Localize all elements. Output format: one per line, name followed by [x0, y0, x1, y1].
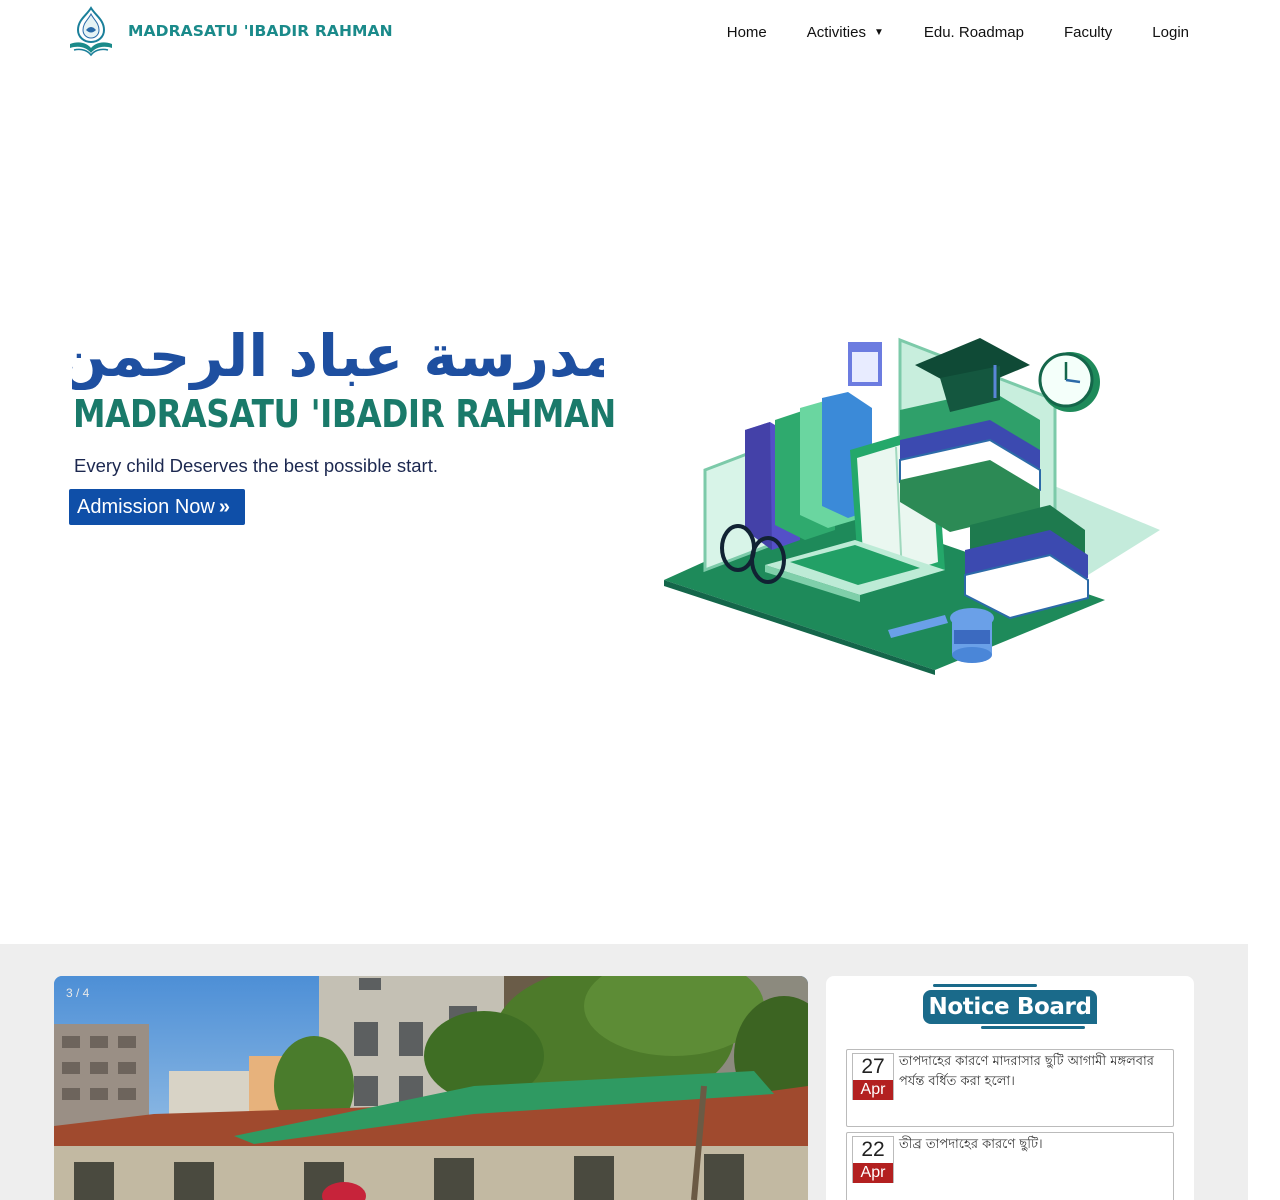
brand-name: MADRASATU 'IBADIR RAHMAN [128, 22, 393, 40]
admission-now-button[interactable]: Admission Now » [69, 489, 245, 525]
notice-date: 27 Apr [852, 1053, 894, 1100]
notice-item[interactable]: 27 Apr তাপদাহের কারণে মাদরাসার ছুটি আগাম… [846, 1049, 1174, 1127]
double-chevron-right-icon: » [218, 495, 230, 518]
notice-date: 22 Apr [852, 1136, 894, 1183]
nav-faculty[interactable]: Faculty [1064, 24, 1112, 41]
main-nav: Home Activities ▼ Edu. Roadmap Faculty Lo… [687, 24, 1189, 41]
notice-day: 22 [861, 1138, 885, 1161]
image-slider[interactable]: 3 / 4 [54, 976, 808, 1200]
nav-activities[interactable]: Activities ▼ [807, 24, 884, 41]
notice-board: Notice Board 27 Apr তাপদাহের কারণে মাদরা… [826, 976, 1194, 1200]
education-books-laptop-illustration [664, 337, 1160, 675]
notice-day: 27 [861, 1055, 885, 1078]
nav-activities-label: Activities [806, 24, 866, 41]
slide-counter: 3 / 4 [66, 986, 90, 1000]
hero-title: MADRASATU 'IBADIR RAHMAN [73, 392, 616, 436]
arabic-calligraphy-text: مدرسة عباد الرحمن [72, 322, 604, 390]
nav-home[interactable]: Home [727, 24, 767, 41]
notice-month: Apr [853, 1163, 893, 1183]
arabic-calligraphy-logo: مدرسة عباد الرحمن [72, 322, 604, 390]
chevron-down-icon: ▼ [873, 27, 884, 38]
notice-text: তীব্র তাপদাহের কারণে ছুটি। [899, 1137, 1043, 1152]
nav-login[interactable]: Login [1152, 24, 1189, 41]
notice-item[interactable]: 22 Apr তীব্র তাপদাহের কারণে ছুটি। [846, 1132, 1174, 1200]
logo-link[interactable]: MADRASATU 'IBADIR RAHMAN [64, 4, 393, 58]
notice-text: তাপদাহের কারণে মাদরাসার ছুটি আগামী মঙ্গল… [899, 1054, 1154, 1089]
nav-home-label: Home [726, 24, 767, 41]
notice-month: Apr [853, 1080, 893, 1100]
nav-edu-roadmap-label: Edu. Roadmap [923, 24, 1024, 41]
title-accent-line [933, 984, 1037, 987]
nav-login-label: Login [1152, 24, 1189, 41]
title-accent-line [981, 1026, 1085, 1029]
notice-board-header: Notice Board [923, 984, 1097, 1030]
madrasa-building-photo [54, 976, 808, 1200]
site-header: MADRASATU 'IBADIR RAHMAN Home Activities… [0, 0, 1280, 70]
hero-tagline: Every child Deserves the best possible s… [74, 455, 438, 476]
nav-edu-roadmap[interactable]: Edu. Roadmap [924, 24, 1024, 41]
madrasa-logo-icon [70, 6, 112, 57]
notice-board-title: Notice Board [923, 990, 1097, 1024]
nav-faculty-label: Faculty [1063, 24, 1113, 41]
admission-now-label: Admission Now [77, 495, 215, 518]
